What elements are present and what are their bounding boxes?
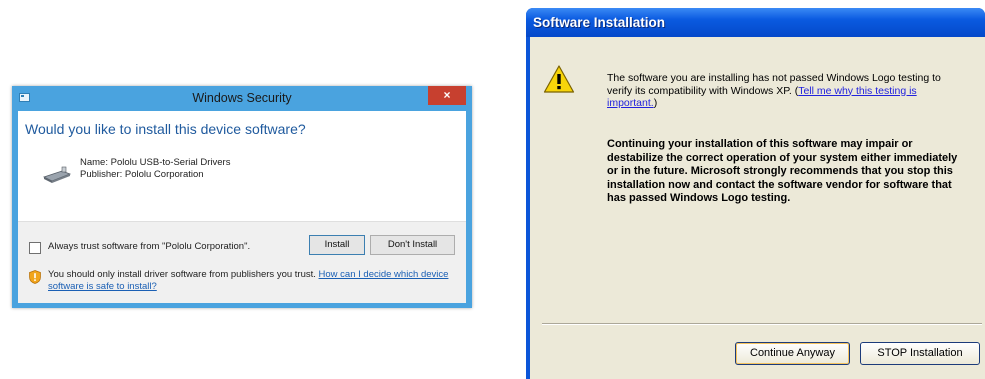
window-title: Software Installation [533, 15, 666, 30]
warning-icon [543, 65, 575, 93]
always-trust-label[interactable]: Always trust software from "Pololu Corpo… [48, 241, 250, 252]
always-trust-checkbox[interactable] [29, 242, 41, 254]
install-button[interactable]: Install [309, 235, 365, 255]
close-button[interactable]: × [428, 86, 466, 105]
usb-device-icon [42, 166, 72, 183]
driver-info: Name: Pololu USB-to-Serial Drivers Publi… [80, 157, 230, 180]
driver-name: Name: Pololu USB-to-Serial Drivers [80, 157, 231, 168]
paren-close: ) [653, 97, 658, 109]
warning-message: Continuing your installation of this sof… [607, 138, 958, 204]
title-bar[interactable]: Software Installation [526, 8, 985, 37]
logo-test-message: The software you are installing has not … [607, 72, 957, 110]
notice-text: You should only install driver software … [48, 269, 319, 280]
driver-publisher: Publisher: Pololu Corporation [80, 168, 204, 180]
dont-install-button[interactable]: Don't Install [370, 235, 455, 255]
window-title: Windows Security [192, 91, 292, 105]
dialog-body: Would you like to install this device so… [18, 111, 466, 303]
title-bar[interactable]: Windows Security × [12, 86, 472, 110]
separator [542, 323, 982, 325]
windows-security-dialog: Windows Security × Would you like to ins… [12, 86, 472, 308]
dialog-heading: Would you like to install this device so… [25, 121, 306, 137]
dialog-body: The software you are installing has not … [530, 37, 985, 379]
continue-anyway-button[interactable]: Continue Anyway [735, 342, 850, 365]
dialog-footer: Always trust software from "Pololu Corpo… [18, 221, 466, 303]
shield-warning-icon [29, 270, 41, 284]
stop-installation-button[interactable]: STOP Installation [860, 342, 980, 365]
software-installation-dialog: Software Installation The software you a… [526, 8, 985, 379]
publisher-notice: You should only install driver software … [48, 269, 458, 293]
